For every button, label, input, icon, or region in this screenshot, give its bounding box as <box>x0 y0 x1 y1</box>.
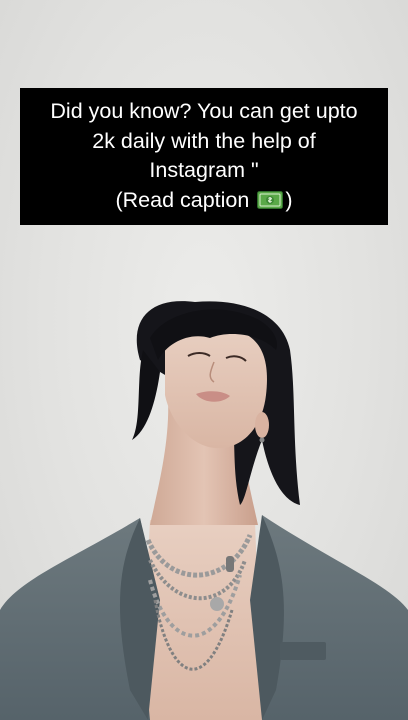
caption-line-1: Did you know? You can get upto <box>50 99 358 123</box>
caption-line-3: Instagram " <box>149 158 259 182</box>
caption-close-paren: ) <box>285 187 293 212</box>
dollar-banknote-icon <box>257 188 284 209</box>
caption-banner: Did you know? You can get upto 2k daily … <box>20 88 388 225</box>
caption-line-2: 2k daily with the help of <box>92 128 316 153</box>
read-caption-text: (Read caption <box>115 187 256 212</box>
caption-line-4: (Read caption ) <box>26 186 382 216</box>
